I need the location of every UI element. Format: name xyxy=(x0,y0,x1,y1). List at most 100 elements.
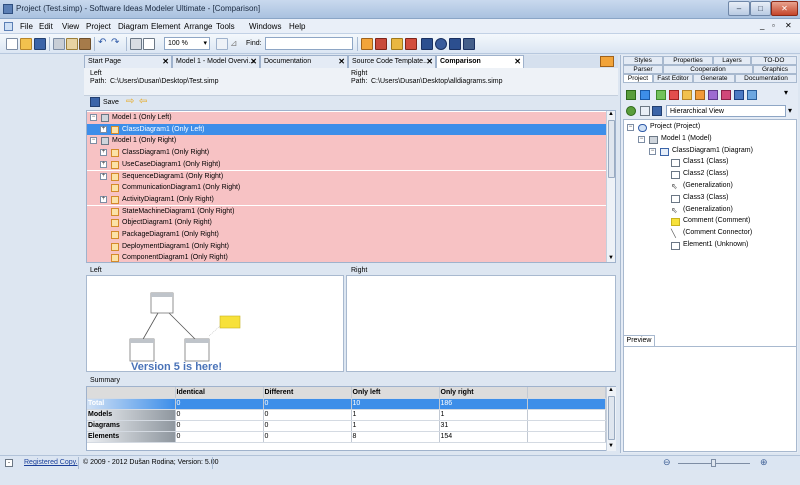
tree-row[interactable]: + UseCaseDiagram1 (Only Right) xyxy=(87,158,606,171)
menu-tools[interactable]: Tools xyxy=(216,22,235,31)
tree-row[interactable]: − Model 1 (Only Right) xyxy=(87,135,606,147)
scroll-up-icon[interactable]: ▲ xyxy=(608,111,614,117)
summary-column-header[interactable] xyxy=(87,387,176,399)
panel-tab-styles[interactable]: Styles xyxy=(623,56,663,65)
panel-tab-graphics[interactable]: Graphics xyxy=(753,65,797,74)
summary-table[interactable]: Identical Different Only left Only right To… xyxy=(86,386,616,451)
summary-scrollbar[interactable]: ▲ ▼ xyxy=(606,387,616,451)
panel-tab-layers[interactable]: Layers xyxy=(713,56,751,65)
open-icon[interactable] xyxy=(20,38,32,50)
undo-icon[interactable]: ↶ xyxy=(98,38,110,50)
menu-arrange[interactable]: Arrange xyxy=(184,22,212,31)
summary-row[interactable]: Models 0 0 1 1 xyxy=(87,409,606,421)
expand-icon[interactable]: + xyxy=(100,125,107,133)
arrow-left-icon[interactable]: ⇦ xyxy=(139,96,147,107)
save-button[interactable]: Save xyxy=(103,99,119,106)
scroll-thumb[interactable] xyxy=(608,120,615,178)
tree-row[interactable]: ObjectDiagram1 (Only Right) xyxy=(87,217,606,229)
registered-link[interactable]: Registered Copy. xyxy=(24,459,78,466)
summary-row[interactable]: Diagrams 0 0 1 31 xyxy=(87,420,606,432)
panel-tab-fast-editor[interactable]: Fast Editor xyxy=(653,74,693,83)
zoom-out-icon[interactable]: ⊖ xyxy=(663,457,671,468)
save-icon[interactable] xyxy=(90,97,100,107)
zoom-slider-handle[interactable] xyxy=(711,459,716,467)
expand-icon[interactable]: + xyxy=(100,172,107,180)
redo-icon[interactable]: ↷ xyxy=(111,38,123,50)
save-icon[interactable] xyxy=(34,38,46,50)
minimize-button[interactable]: – xyxy=(728,1,750,16)
mdi-close-button[interactable]: ✕ xyxy=(785,21,792,30)
copy-icon[interactable] xyxy=(66,38,78,50)
collapse-icon[interactable]: − xyxy=(90,137,97,145)
align-left-icon[interactable] xyxy=(361,38,373,50)
find-input[interactable] xyxy=(265,37,353,50)
gear-icon[interactable] xyxy=(435,38,447,50)
more-icon[interactable]: ▾ xyxy=(784,88,788,97)
cut-icon[interactable] xyxy=(53,38,65,50)
menu-element[interactable]: Element xyxy=(151,22,180,31)
add-diagram-icon[interactable] xyxy=(640,90,650,100)
panel-tab-project[interactable]: Project xyxy=(623,74,653,83)
menu-help[interactable]: Help xyxy=(289,22,305,31)
panel-tab-to-do[interactable]: TO-DO xyxy=(751,56,797,65)
tab-start-page[interactable]: Start Page ✕ xyxy=(84,55,172,68)
tree-row[interactable]: StateMachineDiagram1 (Only Right) xyxy=(87,205,606,218)
tree-row[interactable]: ComponentDiagram1 (Only Right) xyxy=(87,252,606,262)
menu-view[interactable]: View xyxy=(62,22,79,31)
collapse-icon[interactable]: − xyxy=(627,124,634,131)
tree-row[interactable]: + ActivityDiagram1 (Only Right) xyxy=(87,193,606,206)
summary-row[interactable]: Total 0 0 10 186 xyxy=(87,398,606,410)
zoom-in-icon[interactable]: ⊕ xyxy=(760,457,768,468)
summary-row[interactable]: Elements 0 0 8 154 xyxy=(87,431,606,443)
panel-tab-cooperation[interactable]: Cooperation xyxy=(663,65,753,74)
package-diagram-icon[interactable] xyxy=(734,90,744,100)
collapse-icon[interactable]: − xyxy=(649,147,656,155)
project-tree-item[interactable]: Class3 (Class) xyxy=(683,194,729,201)
snap-icon[interactable]: ⊿ xyxy=(230,38,242,50)
mdi-minimize-button[interactable]: _ xyxy=(760,21,764,30)
close-button[interactable]: ✕ xyxy=(771,1,798,16)
sort-icon[interactable] xyxy=(652,106,662,116)
refresh-icon[interactable] xyxy=(626,106,636,116)
print-preview-icon[interactable] xyxy=(143,38,155,50)
tab-source-code-template[interactable]: Source Code Template... ✕ xyxy=(348,55,436,68)
usecase-diagram-icon[interactable] xyxy=(669,90,679,100)
scroll-down-icon[interactable]: ▼ xyxy=(608,255,614,261)
project-tree-item[interactable]: Element1 (Unknown) xyxy=(683,241,748,248)
align-right-icon[interactable] xyxy=(375,38,387,50)
summary-column-header[interactable]: Only right xyxy=(439,387,528,399)
state-diagram-icon[interactable] xyxy=(708,90,718,100)
close-icon[interactable]: ✕ xyxy=(338,56,345,68)
expand-icon[interactable]: + xyxy=(100,149,107,157)
chevron-down-icon[interactable]: ▾ xyxy=(788,106,792,115)
scroll-thumb[interactable] xyxy=(608,396,615,440)
summary-column-header[interactable]: Different xyxy=(263,387,352,399)
view-mode-select[interactable]: Hierarchical View xyxy=(666,105,786,117)
project-tree-item[interactable]: Class2 (Class) xyxy=(683,170,729,177)
arrow-right-icon[interactable]: ⇨ xyxy=(126,96,134,107)
new-icon[interactable] xyxy=(6,38,18,50)
print-icon[interactable] xyxy=(130,38,142,50)
project-tree-item[interactable]: Comment (Comment) xyxy=(683,217,750,224)
collapse-icon[interactable]: − xyxy=(638,135,645,143)
tab-documentation[interactable]: Documentation ✕ xyxy=(260,55,348,68)
object-diagram-icon[interactable] xyxy=(721,90,731,100)
tree-row[interactable]: CommunicationDiagram1 (Only Right) xyxy=(87,182,606,194)
distribute-icon[interactable] xyxy=(405,38,417,50)
close-icon[interactable]: ✕ xyxy=(162,56,169,68)
project-tree-item[interactable]: Model 1 (Model) xyxy=(661,135,712,142)
status-icon[interactable]: - xyxy=(5,459,13,467)
summary-column-header[interactable]: Only left xyxy=(351,387,440,399)
project-tree-item[interactable]: (Generalization) xyxy=(683,182,733,189)
tree-scrollbar[interactable]: ▲ ▼ xyxy=(606,111,615,262)
menu-windows[interactable]: Windows xyxy=(249,22,281,31)
tree-row[interactable]: + SequenceDiagram1 (Only Right) xyxy=(87,170,606,182)
menu-diagram[interactable]: Diagram xyxy=(118,22,148,31)
menu-file[interactable]: File xyxy=(20,22,33,31)
menu-project[interactable]: Project xyxy=(86,22,111,31)
scroll-down-icon[interactable]: ▼ xyxy=(608,443,614,449)
add-model-icon[interactable] xyxy=(626,90,636,100)
tree-row[interactable]: PackageDiagram1 (Only Right) xyxy=(87,229,606,241)
comparison-tree[interactable]: − Model 1 (Only Left) + ClassDiagram1 (Only… xyxy=(86,110,616,263)
zoom-select[interactable]: 100 % ▾ xyxy=(164,37,210,50)
